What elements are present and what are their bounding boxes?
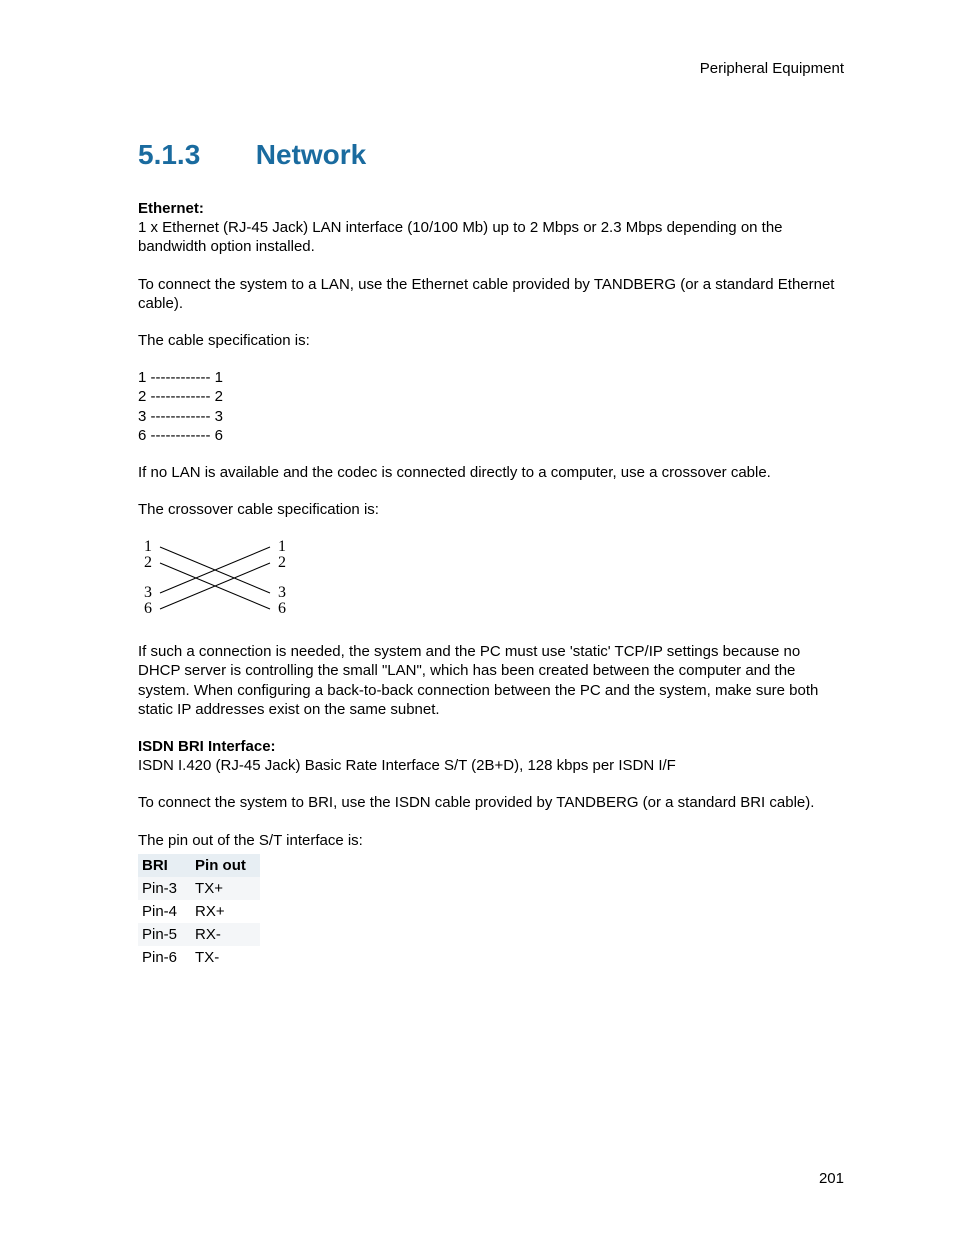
straight-cable-spec: 1 ------------ 1 2 ------------ 2 3 ----… — [138, 368, 844, 445]
static-ip-note: If such a connection is needed, the syst… — [138, 642, 844, 719]
spec-line: 6 ------------ 6 — [138, 426, 844, 445]
th-bri: BRI — [138, 854, 191, 877]
cross-right-2: 2 — [278, 554, 286, 571]
cable-spec-intro: The cable specification is: — [138, 331, 844, 350]
ethernet-connect: To connect the system to a LAN, use the … — [138, 275, 844, 313]
pinout-table: BRI Pin out Pin-3 TX+ Pin-4 RX+ Pin-5 RX… — [138, 854, 260, 969]
isdn-label: ISDN BRI Interface: — [138, 738, 276, 755]
spec-line: 2 ------------ 2 — [138, 387, 844, 406]
cross-left-2: 2 — [144, 554, 152, 571]
ethernet-desc: 1 x Ethernet (RJ-45 Jack) LAN interface … — [138, 219, 783, 255]
crossover-intro: The crossover cable specification is: — [138, 500, 844, 519]
page-number: 201 — [819, 1170, 844, 1187]
crossover-diagram: 1 2 3 6 1 2 3 6 — [138, 537, 844, 624]
pinout-intro: The pin out of the S/T interface is: — [138, 831, 844, 850]
table-header-row: BRI Pin out — [138, 854, 260, 877]
cell: RX+ — [191, 900, 260, 923]
section-number: 5.1.3 — [138, 139, 248, 171]
cell: Pin-4 — [138, 900, 191, 923]
cross-left-6: 6 — [144, 600, 152, 617]
cross-left-3: 3 — [144, 584, 152, 601]
cell: RX- — [191, 923, 260, 946]
cell: Pin-3 — [138, 877, 191, 900]
section-heading: 5.1.3 Network — [138, 139, 844, 171]
header-category: Peripheral Equipment — [138, 60, 844, 77]
cross-right-3: 3 — [278, 584, 286, 601]
ethernet-block: Ethernet: 1 x Ethernet (RJ-45 Jack) LAN … — [138, 199, 844, 257]
section-title: Network — [256, 139, 366, 170]
th-pinout: Pin out — [191, 854, 260, 877]
cell: Pin-5 — [138, 923, 191, 946]
cell: TX- — [191, 946, 260, 969]
cross-right-6: 6 — [278, 600, 286, 617]
isdn-connect: To connect the system to BRI, use the IS… — [138, 793, 844, 812]
isdn-desc: ISDN I.420 (RJ-45 Jack) Basic Rate Inter… — [138, 757, 676, 774]
spec-line: 1 ------------ 1 — [138, 368, 844, 387]
cell: TX+ — [191, 877, 260, 900]
table-row: Pin-5 RX- — [138, 923, 260, 946]
spec-line: 3 ------------ 3 — [138, 407, 844, 426]
ethernet-label: Ethernet: — [138, 200, 204, 217]
table-row: Pin-3 TX+ — [138, 877, 260, 900]
cross-left-1: 1 — [144, 538, 152, 555]
isdn-block: ISDN BRI Interface: ISDN I.420 (RJ-45 Ja… — [138, 737, 844, 775]
page: Peripheral Equipment 5.1.3 Network Ether… — [0, 0, 954, 1235]
crossover-note: If no LAN is available and the codec is … — [138, 463, 844, 482]
table-row: Pin-6 TX- — [138, 946, 260, 969]
cell: Pin-6 — [138, 946, 191, 969]
table-row: Pin-4 RX+ — [138, 900, 260, 923]
cross-right-1: 1 — [278, 538, 286, 555]
